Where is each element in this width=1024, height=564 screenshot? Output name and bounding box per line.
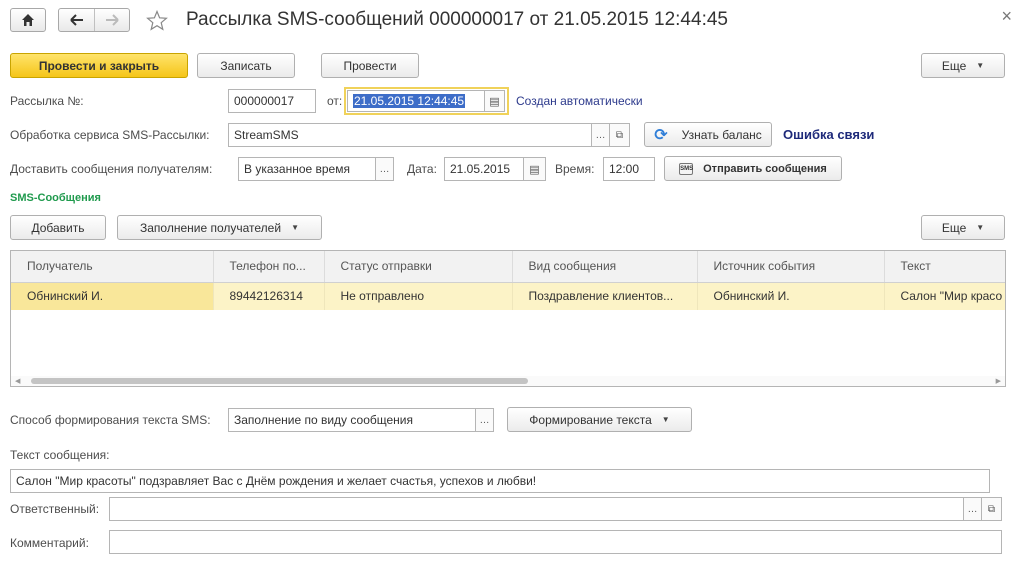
send-date-calendar-button[interactable]: ▤	[524, 157, 546, 181]
send-date-field[interactable]: 21.05.2015	[444, 157, 524, 181]
cell-text: Салон "Мир красо	[884, 282, 1005, 310]
chevron-down-icon: ▼	[976, 223, 985, 232]
check-balance-button[interactable]: ⟳ Узнать баланс	[644, 122, 772, 147]
column-header-status[interactable]: Статус отправки	[324, 251, 513, 283]
check-balance-label: Узнать баланс	[681, 127, 762, 142]
arrow-right-icon	[106, 14, 119, 26]
save-button[interactable]: Записать	[197, 53, 295, 78]
star-icon[interactable]	[146, 10, 168, 31]
arrow-left-icon	[69, 14, 83, 26]
close-icon[interactable]: ×	[1001, 6, 1012, 27]
calendar-icon: ▤	[529, 163, 540, 176]
cell-event-source: Обнинский И.	[697, 282, 885, 310]
message-text-field[interactable]: Салон "Мир красоты" подзравляет Вас с Дн…	[10, 469, 990, 493]
responsible-select-button[interactable]: …	[964, 497, 982, 521]
number-field[interactable]: 000000017	[228, 89, 316, 113]
add-button[interactable]: Добавить	[10, 215, 106, 240]
messages-table: Получатель Телефон по... Статус отправки…	[10, 250, 1006, 387]
column-header-text[interactable]: Текст	[884, 251, 1005, 283]
column-header-message-type[interactable]: Вид сообщения	[512, 251, 698, 283]
auto-created-link[interactable]: Создан автоматически	[516, 94, 643, 108]
calendar-icon: ▤	[489, 95, 500, 108]
number-label: Рассылка №:	[10, 94, 84, 108]
form-text-label: Формирование текста	[529, 412, 652, 427]
chevron-down-icon: ▼	[661, 415, 670, 424]
scroll-right-icon[interactable]: ▶	[996, 377, 1001, 385]
responsible-field[interactable]	[109, 497, 964, 521]
send-date-label: Дата:	[407, 162, 437, 176]
scroll-left-icon[interactable]: ◀	[15, 377, 20, 385]
service-label: Обработка сервиса SMS-Рассылки:	[10, 128, 210, 142]
section-title: SMS-Сообщения	[10, 192, 101, 204]
messages-grid: Получатель Телефон по... Статус отправки…	[11, 251, 1005, 310]
form-text-button[interactable]: Формирование текста ▼	[507, 407, 692, 432]
responsible-label: Ответственный:	[10, 502, 100, 516]
time-label: Время:	[555, 162, 595, 176]
date-field[interactable]: 21.05.2015 12:44:45	[347, 90, 485, 112]
cell-message-type: Поздравление клиентов...	[512, 282, 698, 310]
method-label: Способ формирования текста SMS:	[10, 413, 211, 427]
column-header-event-source[interactable]: Источник события	[697, 251, 885, 283]
service-field[interactable]: StreamSMS	[228, 123, 592, 147]
post-button[interactable]: Провести	[321, 53, 419, 78]
send-sms-icon: SMS	[679, 162, 693, 175]
fill-recipients-label: Заполнение получателей	[140, 220, 282, 235]
method-field[interactable]: Заполнение по виду сообщения	[228, 408, 476, 432]
open-icon: ⧉	[615, 129, 624, 141]
date-label: от:	[327, 94, 343, 108]
send-messages-label: Отправить сообщения	[703, 162, 827, 175]
service-select-button[interactable]: …	[592, 123, 610, 147]
column-header-recipient[interactable]: Получатель	[11, 251, 214, 283]
history-nav	[58, 8, 130, 32]
scrollbar-thumb[interactable]	[31, 378, 528, 384]
date-value: 21.05.2015 12:44:45	[353, 94, 466, 108]
send-messages-button[interactable]: SMS Отправить сообщения	[664, 156, 842, 181]
cell-recipient: Обнинский И.	[11, 282, 214, 310]
post-and-close-button[interactable]: Провести и закрыть	[10, 53, 188, 78]
comment-field[interactable]	[109, 530, 1002, 554]
column-header-phone[interactable]: Телефон по...	[213, 251, 325, 283]
fill-recipients-button[interactable]: Заполнение получателей ▼	[117, 215, 322, 240]
table-header-row: Получатель Телефон по... Статус отправки…	[11, 251, 1005, 283]
home-icon	[22, 14, 34, 26]
more-label: Еще	[941, 58, 967, 73]
chevron-down-icon: ▼	[976, 61, 985, 70]
time-field[interactable]: 12:00	[603, 157, 655, 181]
deliver-field[interactable]: В указанное время	[238, 157, 376, 181]
deliver-label: Доставить сообщения получателям:	[10, 162, 213, 176]
date-calendar-button[interactable]: ▤	[485, 90, 505, 112]
refresh-icon: ⟳	[654, 126, 668, 144]
chevron-down-icon: ▼	[291, 223, 299, 232]
table-more-label: Еще	[941, 220, 967, 235]
cell-status: Не отправлено	[324, 282, 513, 310]
responsible-open-button[interactable]: ⧉	[982, 497, 1002, 521]
page-title: Рассылка SMS-сообщений 000000017 от 21.0…	[186, 9, 728, 30]
table-row[interactable]: Обнинский И. 89442126314 Не отправлено П…	[11, 282, 1005, 310]
more-button[interactable]: Еще ▼	[921, 53, 1005, 78]
home-button[interactable]	[10, 8, 46, 32]
open-icon: ⧉	[987, 503, 996, 515]
comment-label: Комментарий:	[10, 536, 89, 550]
deliver-select-button[interactable]: …	[376, 157, 394, 181]
back-button[interactable]	[59, 9, 95, 31]
forward-button[interactable]	[95, 9, 129, 31]
service-open-button[interactable]: ⧉	[610, 123, 630, 147]
text-label: Текст сообщения:	[10, 448, 110, 462]
method-select-button[interactable]: …	[476, 408, 494, 432]
connection-error-text: Ошибка связи	[783, 127, 875, 142]
table-more-button[interactable]: Еще ▼	[921, 215, 1005, 240]
horizontal-scrollbar[interactable]: ◀ ▶	[11, 376, 1005, 386]
cell-phone: 89442126314	[213, 282, 325, 310]
